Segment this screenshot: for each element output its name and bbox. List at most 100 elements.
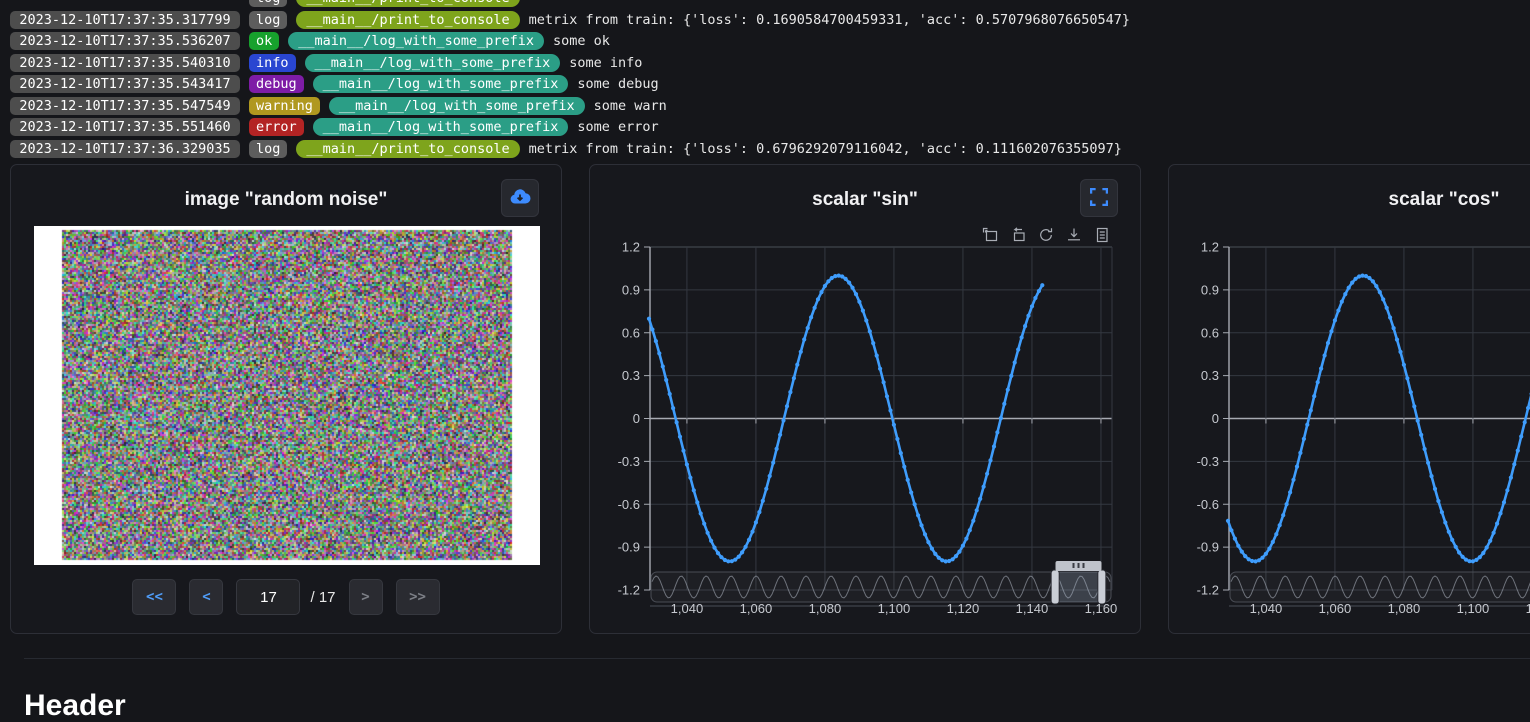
- y-axis-label: 0.3: [1201, 368, 1219, 383]
- cloud-download-icon: [508, 187, 532, 210]
- logger-badge: __main__/print_to_console: [296, 0, 519, 7]
- logger-badge: __main__/log_with_some_prefix: [313, 75, 569, 93]
- chart-toolbox: [982, 227, 1110, 243]
- y-axis-label: -0.9: [618, 540, 640, 555]
- fullscreen-button[interactable]: [1080, 179, 1118, 217]
- log-message: some ok: [553, 33, 610, 49]
- x-axis-label: 1,060: [1319, 601, 1352, 616]
- log-message: metrix from train: {'loss': 0.6796292079…: [529, 141, 1122, 157]
- restore-icon[interactable]: [1038, 227, 1054, 243]
- data-view-icon[interactable]: [1094, 227, 1110, 243]
- log-timestamp: 2023-12-10T17:37:35.547549: [10, 97, 240, 115]
- prev-page-button[interactable]: <: [189, 579, 223, 615]
- x-axis-label: 1,040: [671, 601, 704, 616]
- datazoom-handle[interactable]: [1098, 570, 1106, 604]
- cards-row: image "random noise" << < / 17 > >> scal…: [10, 164, 1530, 634]
- x-axis-label: 1,060: [740, 601, 773, 616]
- log-row: log __main__/print_to_console: [10, 0, 1530, 7]
- image-card: image "random noise" << < / 17 > >>: [10, 164, 562, 634]
- x-axis-label: 1,100: [1457, 601, 1490, 616]
- log-row: 2023-12-10T17:37:35.317799 log __main__/pr…: [10, 11, 1530, 29]
- x-axis-label: 1,080: [809, 601, 842, 616]
- log-level-badge: info: [249, 54, 296, 72]
- log-row: 2023-12-10T17:37:35.540310 info __main__/l…: [10, 54, 1530, 72]
- log-row: 2023-12-10T17:37:35.543417 debug __main__/…: [10, 75, 1530, 93]
- x-axis-label: 1,120: [947, 601, 980, 616]
- y-axis-label: 1.2: [1201, 240, 1219, 255]
- y-axis-label: -0.9: [1197, 540, 1219, 555]
- zoom-reset-icon[interactable]: [1010, 227, 1026, 243]
- log-message: some error: [577, 119, 658, 135]
- y-axis-label: -0.6: [618, 497, 640, 512]
- fullscreen-icon: [1090, 188, 1108, 209]
- chart-card-cos: scalar "cos" 1.2 0.9 0.6 0.3 0 -0.3 -0.6 -0.9 -1…: [1168, 164, 1530, 634]
- y-axis-label: -1.2: [618, 583, 640, 598]
- x-axis-label: 1,080: [1388, 601, 1421, 616]
- log-timestamp: 2023-12-10T17:37:35.317799: [10, 11, 240, 29]
- log-timestamp: [10, 0, 240, 7]
- log-level-badge: error: [249, 118, 304, 136]
- cos-chart-title: scalar "cos": [1169, 189, 1530, 211]
- random-noise-image: [34, 226, 540, 565]
- log-level-badge: warning: [249, 97, 320, 115]
- y-axis-label: 0.9: [1201, 282, 1219, 297]
- x-axis-label: 1,160: [1085, 601, 1118, 616]
- logger-badge: __main__/log_with_some_prefix: [288, 32, 544, 50]
- y-axis-label: 0.3: [622, 368, 640, 383]
- y-axis-label: 0: [1212, 411, 1219, 426]
- log-console: log__main__/print_to_console2023-12-10T1…: [10, 3, 1530, 161]
- logger-badge: __main__/log_with_some_prefix: [313, 118, 569, 136]
- y-axis-label: 0: [633, 411, 640, 426]
- page-total-label: / 17: [310, 589, 335, 606]
- x-axis-label: 1,140: [1016, 601, 1049, 616]
- log-message: some info: [569, 55, 642, 71]
- logger-badge: __main__/print_to_console: [296, 140, 519, 158]
- log-message: some debug: [577, 76, 658, 92]
- log-level-badge: log: [249, 0, 287, 7]
- y-axis-label: -0.3: [1197, 454, 1219, 469]
- zoom-icon[interactable]: [982, 227, 998, 243]
- datazoom-handle[interactable]: [1051, 570, 1059, 604]
- logger-badge: __main__/print_to_console: [296, 11, 519, 29]
- image-card-title: image "random noise": [11, 189, 561, 211]
- log-timestamp: 2023-12-10T17:37:36.329035: [10, 140, 240, 158]
- log-level-badge: ok: [249, 32, 279, 50]
- markdown-header: Header: [24, 691, 126, 721]
- image-pagination: << < / 17 > >>: [11, 579, 561, 615]
- log-timestamp: 2023-12-10T17:37:35.540310: [10, 54, 240, 72]
- x-axis-label: 1,120: [1526, 601, 1530, 616]
- y-axis-label: -1.2: [1197, 583, 1219, 598]
- log-row: 2023-12-10T17:37:35.547549 warning __main_…: [10, 97, 1530, 115]
- log-timestamp: 2023-12-10T17:37:35.551460: [10, 118, 240, 136]
- y-axis-label: 0.9: [622, 282, 640, 297]
- log-timestamp: 2023-12-10T17:37:35.543417: [10, 75, 240, 93]
- chart-card-sin: scalar "sin" 1.2 0.9 0.6 0.3 0 -0.3 -0.6 -0.9 -1…: [589, 164, 1141, 634]
- y-axis-label: 0.6: [622, 325, 640, 340]
- next-page-button[interactable]: >: [349, 579, 383, 615]
- section-divider: [24, 658, 1530, 659]
- logger-badge: __main__/log_with_some_prefix: [329, 97, 585, 115]
- first-page-button[interactable]: <<: [132, 579, 176, 615]
- log-row: 2023-12-10T17:37:35.536207 ok __main__/log…: [10, 32, 1530, 50]
- datazoom-window[interactable]: [1055, 572, 1102, 602]
- log-row: 2023-12-10T17:37:36.329035 log __main__/pr…: [10, 140, 1530, 158]
- log-message: metrix from train: {'loss': 0.1690584700…: [529, 12, 1130, 28]
- y-axis-label: -0.6: [1197, 497, 1219, 512]
- x-axis-label: 1,040: [1250, 601, 1283, 616]
- log-row: 2023-12-10T17:37:35.551460 error __main__/…: [10, 118, 1530, 136]
- y-axis-label: 0.6: [1201, 325, 1219, 340]
- logger-badge: __main__/log_with_some_prefix: [305, 54, 561, 72]
- log-level-badge: log: [249, 140, 287, 158]
- log-level-badge: debug: [249, 75, 304, 93]
- y-axis-label: 1.2: [622, 240, 640, 255]
- last-page-button[interactable]: >>: [396, 579, 440, 615]
- page-number-input[interactable]: [236, 579, 300, 615]
- cos-chart[interactable]: 1.2 0.9 0.6 0.3 0 -0.3 -0.6 -0.9 -1.2 1,040 1,060 1…: [1169, 165, 1530, 635]
- log-message: some warn: [594, 98, 667, 114]
- log-level-badge: log: [249, 11, 287, 29]
- download-image-button[interactable]: [501, 179, 539, 217]
- save-image-icon[interactable]: [1066, 227, 1082, 243]
- sin-chart-title: scalar "sin": [590, 189, 1140, 211]
- log-timestamp: 2023-12-10T17:37:35.536207: [10, 32, 240, 50]
- y-axis-label: -0.3: [618, 454, 640, 469]
